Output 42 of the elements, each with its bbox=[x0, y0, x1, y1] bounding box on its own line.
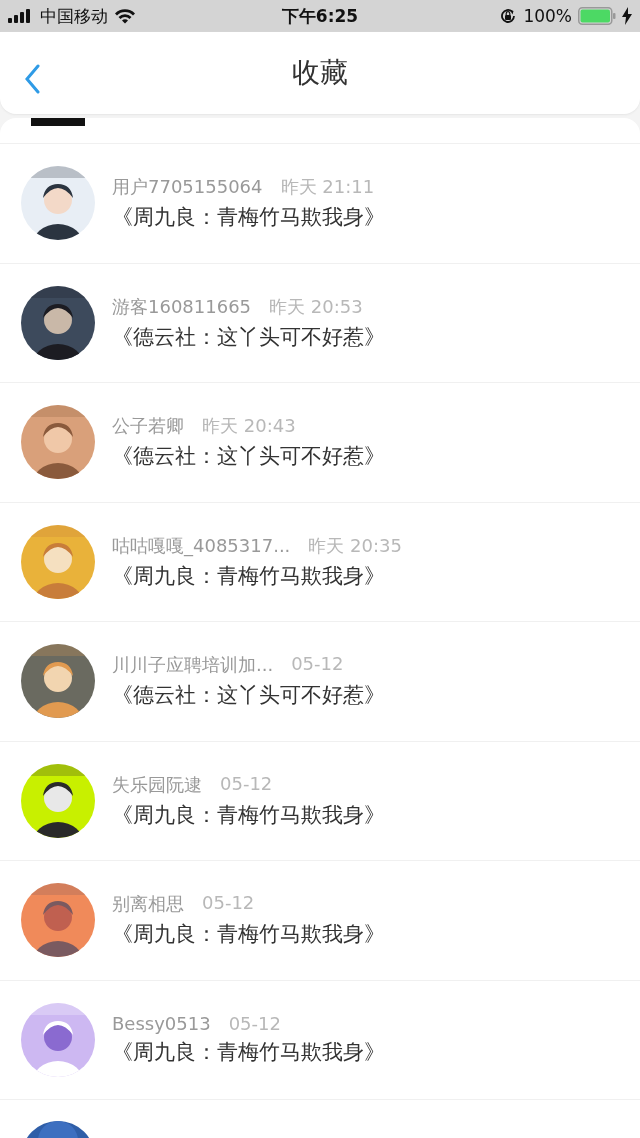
user-name: 别离相思 bbox=[112, 892, 184, 917]
book-title: 《周九良：青梅竹马欺我身》 bbox=[112, 921, 385, 949]
favorite-time: 05-12 bbox=[291, 653, 344, 677]
back-chevron-icon bbox=[24, 64, 40, 94]
favorite-time: 05-12 bbox=[228, 1013, 281, 1035]
favorite-item[interactable]: 川川子应聘培训加... 05-12 《德云社：这丫头可不好惹》 bbox=[0, 622, 640, 742]
book-title: 《周九良：青梅竹马欺我身》 bbox=[112, 204, 385, 232]
book-title: 《德云社：这丫头可不好惹》 bbox=[112, 323, 385, 351]
favorite-item[interactable]: 用户7705155064 昨天 21:11 《周九良：青梅竹马欺我身》 bbox=[0, 144, 640, 264]
favorite-time: 昨天 21:11 bbox=[280, 175, 375, 200]
status-time: 下午6:25 bbox=[281, 4, 359, 28]
page-title: 收藏 bbox=[292, 55, 348, 91]
favorite-time: 05-12 bbox=[220, 772, 273, 796]
favorite-time: 昨天 20:53 bbox=[269, 294, 363, 319]
book-title: 《德云社：这丫头可不好惹》 bbox=[112, 682, 385, 710]
favorite-time: 昨天 20:35 bbox=[308, 533, 402, 558]
user-name: 咕咕嘎嘎_4085317... bbox=[112, 533, 291, 558]
rotation-lock-icon bbox=[499, 7, 518, 25]
favorite-time: 昨天 20:43 bbox=[202, 414, 296, 439]
user-name: 用户7705155064 bbox=[112, 175, 263, 200]
user-name: 公子若卿 bbox=[112, 414, 184, 439]
user-name: 失乐园阮逮 bbox=[112, 772, 202, 797]
user-name: Bessy0513 bbox=[112, 1013, 211, 1035]
favorite-item[interactable]: 失乐园阮逮 05-12 《周九良：青梅竹马欺我身》 bbox=[0, 741, 640, 861]
user-name: 游客160811665 bbox=[112, 294, 252, 319]
carrier-name: 中国移动 bbox=[40, 4, 108, 28]
book-title: 《德云社：这丫头可不好惹》 bbox=[112, 443, 385, 471]
back-button[interactable] bbox=[22, 62, 42, 96]
book-title: 《周九良：青梅竹马欺我身》 bbox=[112, 1039, 385, 1067]
favorite-item[interactable]: 公子若卿 昨天 20:43 《德云社：这丫头可不好惹》 bbox=[0, 383, 640, 503]
wifi-icon bbox=[114, 8, 136, 24]
battery-percent: 100% bbox=[523, 6, 572, 26]
favorite-item[interactable]: 咕咕嘎嘎_4085317... 昨天 20:35 《周九良：青梅竹马欺我身》 bbox=[0, 502, 640, 622]
favorite-item[interactable]: Bessy0513 05-12 《周九良：青梅竹马欺我身》 bbox=[0, 980, 640, 1100]
user-name: 川川子应聘培训加... bbox=[112, 653, 274, 678]
favorite-time: 05-12 bbox=[202, 892, 255, 916]
book-title: 《周九良：青梅竹马欺我身》 bbox=[112, 562, 386, 590]
book-title: 《周九良：青梅竹马欺我身》 bbox=[112, 801, 385, 829]
favorite-item[interactable]: 游客160811665 昨天 20:53 《德云社：这丫头可不好惹》 bbox=[0, 263, 640, 383]
charging-icon bbox=[622, 7, 632, 25]
favorite-item[interactable]: 别离相思 05-12 《周九良：青梅竹马欺我身》 bbox=[0, 861, 640, 981]
battery-icon bbox=[578, 7, 616, 25]
